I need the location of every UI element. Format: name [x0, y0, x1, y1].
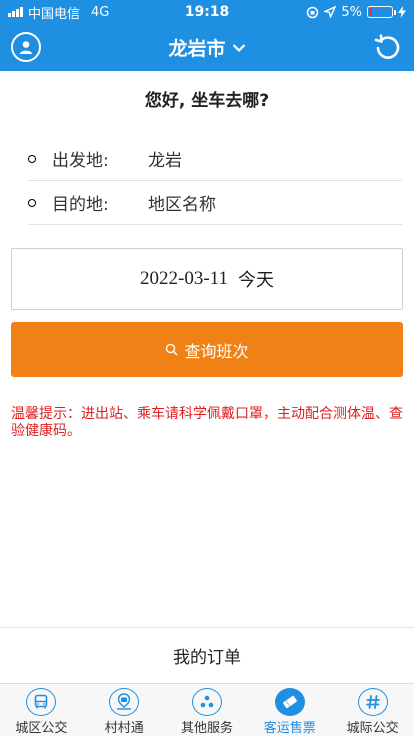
charging-icon: [398, 6, 406, 18]
network-type: 4G: [91, 4, 110, 20]
departure-value: 龙岩: [148, 151, 182, 171]
destination-placeholder: 地区名称: [148, 195, 216, 215]
search-button-label: 查询班次: [184, 341, 249, 361]
clock: 19:18: [184, 4, 230, 20]
tab-label: 其他服务: [180, 721, 233, 736]
tab-label: 城际公交: [346, 721, 399, 736]
date-value: 2022-03-11: [140, 268, 228, 289]
chevron-down-icon: [232, 43, 245, 52]
bottom-tab-bar: 城区公交 村村通 其他服务 客运售票 城际公交: [0, 683, 414, 736]
tab-city-bus[interactable]: 城区公交: [0, 684, 83, 736]
refresh-icon[interactable]: [372, 31, 404, 63]
tab-intercity-bus[interactable]: 城际公交: [331, 684, 414, 736]
user-icon: [20, 41, 32, 54]
tab-village-bus[interactable]: 村村通: [83, 684, 166, 736]
village-bus-icon: [117, 693, 132, 710]
my-orders-button[interactable]: 我的订单: [0, 627, 414, 683]
destination-label: 目的地:: [52, 195, 109, 215]
departure-dot-icon: [28, 154, 36, 163]
city-selector[interactable]: 龙岩市: [168, 34, 245, 61]
tab-label: 城区公交: [15, 721, 68, 736]
departure-label: 出发地:: [52, 151, 109, 171]
user-profile-button[interactable]: [11, 32, 41, 62]
carrier: 中国电信: [28, 6, 81, 22]
screen-lock-icon: [307, 6, 319, 18]
app-header: 中国电信 4G 19:18 5% 龙岩市: [0, 0, 414, 71]
greeting-title: 您好, 坐车去哪?: [144, 91, 270, 111]
departure-field[interactable]: 出发地: 龙岩: [28, 137, 402, 181]
search-schedules-button[interactable]: 查询班次: [11, 322, 403, 377]
battery-icon: [367, 6, 396, 18]
services-icon: [200, 695, 214, 708]
hash-icon: [365, 695, 380, 709]
signal-icon: [8, 7, 23, 17]
my-orders-label: 我的订单: [173, 648, 241, 668]
city-name: 龙岩市: [168, 38, 226, 60]
status-bar: 中国电信 4G 19:18 5%: [0, 0, 414, 24]
tab-other-services[interactable]: 其他服务: [166, 684, 249, 736]
tab-coach-tickets[interactable]: 客运售票: [248, 684, 331, 736]
tab-label: 村村通: [104, 721, 144, 736]
location-icon: [324, 6, 337, 18]
tab-label: 客运售票: [263, 721, 316, 736]
ticket-icon: [282, 695, 297, 709]
destination-field[interactable]: 目的地: 地区名称: [28, 181, 402, 225]
bus-icon: [35, 694, 48, 709]
search-icon: [166, 343, 178, 356]
nav-bar: 龙岩市: [0, 24, 414, 71]
date-picker[interactable]: 2022-03-11 今天: [11, 248, 403, 310]
battery-percent: 5%: [341, 4, 362, 20]
safety-notice: 温馨提示：进出站、乘车请科学佩戴口罩，主动配合测体温、查验健康码。: [11, 406, 403, 439]
date-day-label: 今天: [237, 270, 274, 291]
destination-dot-icon: [28, 198, 36, 207]
